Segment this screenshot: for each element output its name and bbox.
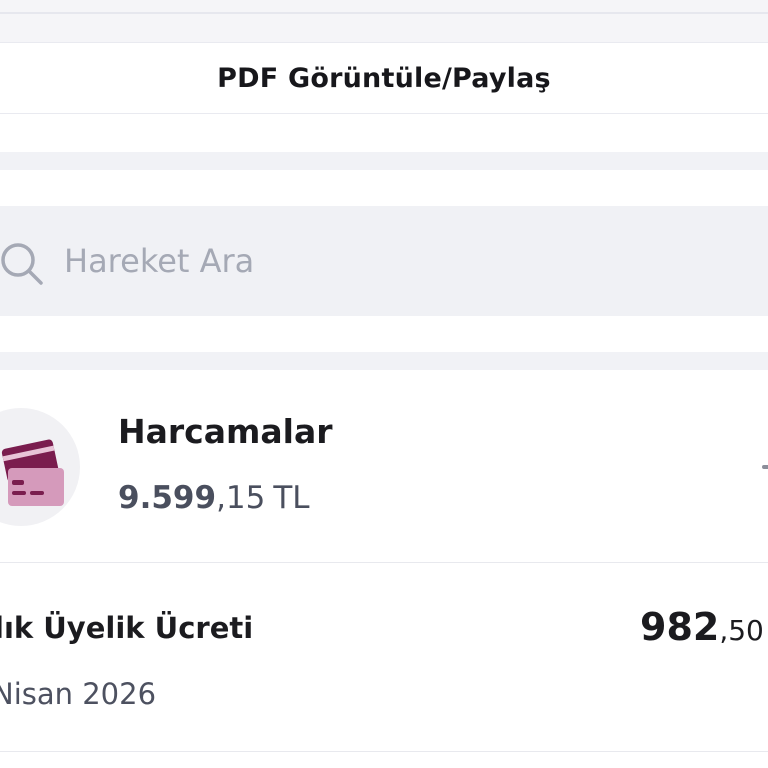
spending-amount: 9.599,15 TL bbox=[118, 480, 310, 516]
spacer bbox=[0, 114, 768, 152]
list-continuation bbox=[0, 752, 768, 768]
spending-amount-currency: TL bbox=[273, 480, 310, 516]
section-separator bbox=[0, 152, 768, 170]
pdf-view-share-button[interactable]: PDF Görüntüle/Paylaş bbox=[0, 42, 768, 114]
search-input[interactable] bbox=[64, 206, 754, 316]
spending-avatar bbox=[0, 408, 80, 526]
spending-amount-integer: 9.599 bbox=[118, 480, 217, 516]
transaction-amount-decimal: ,50 bbox=[719, 614, 764, 647]
section-separator bbox=[0, 352, 768, 370]
spending-summary-card[interactable]: Harcamalar 9.599,15 TL bbox=[0, 370, 768, 562]
search-icon bbox=[1, 243, 43, 285]
transaction-amount-integer: 982 bbox=[640, 605, 720, 649]
pdf-view-share-label: PDF Görüntüle/Paylaş bbox=[217, 62, 551, 94]
spending-title: Harcamalar bbox=[118, 412, 333, 451]
top-band bbox=[0, 0, 768, 42]
credit-card-icon bbox=[1, 439, 64, 506]
transaction-row[interactable]: lık Üyelik Ücreti Nisan 2026 982,50 bbox=[0, 563, 768, 751]
search-bar[interactable] bbox=[0, 206, 768, 316]
transaction-title: lık Üyelik Ücreti bbox=[0, 611, 254, 645]
chevron-right-icon bbox=[762, 465, 768, 469]
spending-amount-decimal: ,15 bbox=[216, 480, 266, 516]
statement-screen: PDF Görüntüle/Paylaş Harcamalar 9.599, bbox=[0, 0, 768, 768]
transaction-date: Nisan 2026 bbox=[0, 677, 157, 711]
top-divider bbox=[0, 12, 768, 14]
transaction-amount: 982,50 bbox=[640, 605, 764, 649]
